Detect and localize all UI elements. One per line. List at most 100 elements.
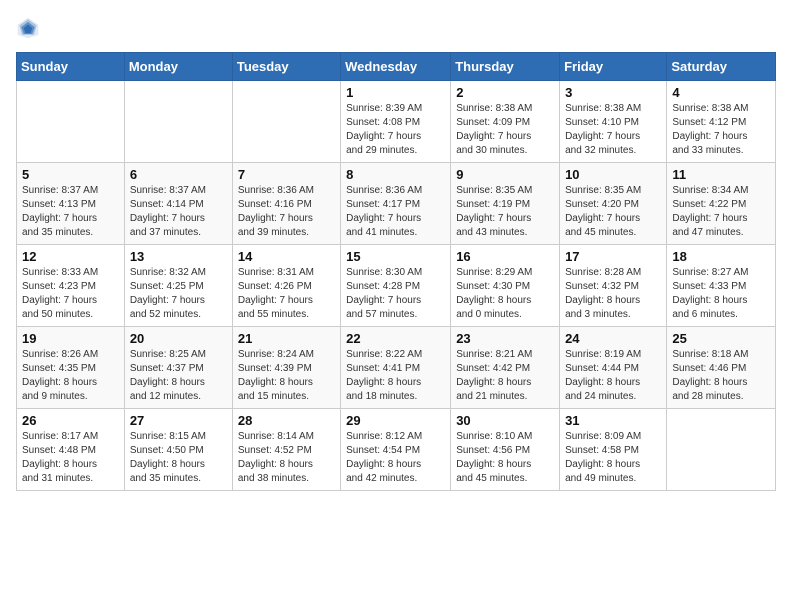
day-info: Sunrise: 8:09 AM Sunset: 4:58 PM Dayligh… <box>565 430 661 486</box>
calendar-cell <box>232 81 340 163</box>
calendar-cell: 5 Sunrise: 8:37 AM Sunset: 4:13 PM Daylig… <box>17 163 125 245</box>
day-info: Sunrise: 8:18 AM Sunset: 4:46 PM Dayligh… <box>672 348 770 404</box>
calendar-cell <box>17 81 125 163</box>
day-info: Sunrise: 8:38 AM Sunset: 4:10 PM Dayligh… <box>565 102 661 158</box>
calendar-cell: 18 Sunrise: 8:27 AM Sunset: 4:33 PM Dayli… <box>667 245 776 327</box>
day-info: Sunrise: 8:35 AM Sunset: 4:20 PM Dayligh… <box>565 184 661 240</box>
day-info: Sunrise: 8:19 AM Sunset: 4:44 PM Dayligh… <box>565 348 661 404</box>
calendar-cell: 27 Sunrise: 8:15 AM Sunset: 4:50 PM Dayli… <box>124 409 232 491</box>
day-number: 16 <box>456 249 554 264</box>
day-number: 8 <box>346 167 445 182</box>
day-info: Sunrise: 8:31 AM Sunset: 4:26 PM Dayligh… <box>238 266 335 322</box>
day-number: 20 <box>130 331 227 346</box>
calendar-cell: 19 Sunrise: 8:26 AM Sunset: 4:35 PM Dayli… <box>17 327 125 409</box>
calendar-cell: 17 Sunrise: 8:28 AM Sunset: 4:32 PM Dayli… <box>560 245 667 327</box>
day-info: Sunrise: 8:30 AM Sunset: 4:28 PM Dayligh… <box>346 266 445 322</box>
calendar-cell: 13 Sunrise: 8:32 AM Sunset: 4:25 PM Dayli… <box>124 245 232 327</box>
calendar-week-row: 5 Sunrise: 8:37 AM Sunset: 4:13 PM Daylig… <box>17 163 776 245</box>
day-info: Sunrise: 8:33 AM Sunset: 4:23 PM Dayligh… <box>22 266 119 322</box>
day-number: 26 <box>22 413 119 428</box>
day-info: Sunrise: 8:22 AM Sunset: 4:41 PM Dayligh… <box>346 348 445 404</box>
calendar-table: SundayMondayTuesdayWednesdayThursdayFrid… <box>16 52 776 491</box>
calendar-header-monday: Monday <box>124 53 232 81</box>
day-number: 18 <box>672 249 770 264</box>
calendar-cell: 3 Sunrise: 8:38 AM Sunset: 4:10 PM Daylig… <box>560 81 667 163</box>
day-info: Sunrise: 8:37 AM Sunset: 4:14 PM Dayligh… <box>130 184 227 240</box>
calendar-header-wednesday: Wednesday <box>341 53 451 81</box>
day-number: 17 <box>565 249 661 264</box>
day-info: Sunrise: 8:36 AM Sunset: 4:16 PM Dayligh… <box>238 184 335 240</box>
day-number: 30 <box>456 413 554 428</box>
day-number: 11 <box>672 167 770 182</box>
calendar-cell: 23Sunrise: 8:21 AM Sunset: 4:42 PM Dayli… <box>451 327 560 409</box>
day-number: 15 <box>346 249 445 264</box>
day-info: Sunrise: 8:17 AM Sunset: 4:48 PM Dayligh… <box>22 430 119 486</box>
day-info: Sunrise: 8:29 AM Sunset: 4:30 PM Dayligh… <box>456 266 554 322</box>
day-number: 10 <box>565 167 661 182</box>
calendar-cell: 9 Sunrise: 8:35 AM Sunset: 4:19 PM Daylig… <box>451 163 560 245</box>
calendar-cell: 31 Sunrise: 8:09 AM Sunset: 4:58 PM Dayli… <box>560 409 667 491</box>
day-number: 21 <box>238 331 335 346</box>
day-number: 22 <box>346 331 445 346</box>
logo <box>16 16 44 40</box>
day-info: Sunrise: 8:12 AM Sunset: 4:54 PM Dayligh… <box>346 430 445 486</box>
calendar-cell: 24Sunrise: 8:19 AM Sunset: 4:44 PM Dayli… <box>560 327 667 409</box>
calendar-cell <box>124 81 232 163</box>
calendar-cell: 7Sunrise: 8:36 AM Sunset: 4:16 PM Daylig… <box>232 163 340 245</box>
day-info: Sunrise: 8:38 AM Sunset: 4:12 PM Dayligh… <box>672 102 770 158</box>
calendar-cell <box>667 409 776 491</box>
day-number: 5 <box>22 167 119 182</box>
calendar-cell: 15 Sunrise: 8:30 AM Sunset: 4:28 PM Dayli… <box>341 245 451 327</box>
calendar-week-row: 26 Sunrise: 8:17 AM Sunset: 4:48 PM Dayli… <box>17 409 776 491</box>
calendar-cell: 2Sunrise: 8:38 AM Sunset: 4:09 PM Daylig… <box>451 81 560 163</box>
day-number: 14 <box>238 249 335 264</box>
day-info: Sunrise: 8:21 AM Sunset: 4:42 PM Dayligh… <box>456 348 554 404</box>
day-number: 29 <box>346 413 445 428</box>
day-info: Sunrise: 8:38 AM Sunset: 4:09 PM Dayligh… <box>456 102 554 158</box>
logo-icon <box>16 16 40 40</box>
day-number: 4 <box>672 85 770 100</box>
calendar-cell: 1 Sunrise: 8:39 AM Sunset: 4:08 PM Daylig… <box>341 81 451 163</box>
calendar-cell: 29 Sunrise: 8:12 AM Sunset: 4:54 PM Dayli… <box>341 409 451 491</box>
day-info: Sunrise: 8:39 AM Sunset: 4:08 PM Dayligh… <box>346 102 445 158</box>
calendar-header-sunday: Sunday <box>17 53 125 81</box>
day-number: 6 <box>130 167 227 182</box>
day-number: 9 <box>456 167 554 182</box>
day-info: Sunrise: 8:37 AM Sunset: 4:13 PM Dayligh… <box>22 184 119 240</box>
calendar-cell: 16 Sunrise: 8:29 AM Sunset: 4:30 PM Dayli… <box>451 245 560 327</box>
day-info: Sunrise: 8:25 AM Sunset: 4:37 PM Dayligh… <box>130 348 227 404</box>
day-number: 1 <box>346 85 445 100</box>
day-number: 25 <box>672 331 770 346</box>
day-info: Sunrise: 8:32 AM Sunset: 4:25 PM Dayligh… <box>130 266 227 322</box>
day-number: 12 <box>22 249 119 264</box>
day-number: 13 <box>130 249 227 264</box>
calendar-week-row: 12 Sunrise: 8:33 AM Sunset: 4:23 PM Dayli… <box>17 245 776 327</box>
day-info: Sunrise: 8:15 AM Sunset: 4:50 PM Dayligh… <box>130 430 227 486</box>
day-info: Sunrise: 8:35 AM Sunset: 4:19 PM Dayligh… <box>456 184 554 240</box>
calendar-header-saturday: Saturday <box>667 53 776 81</box>
calendar-cell: 10 Sunrise: 8:35 AM Sunset: 4:20 PM Dayli… <box>560 163 667 245</box>
calendar-cell: 25 Sunrise: 8:18 AM Sunset: 4:46 PM Dayli… <box>667 327 776 409</box>
calendar-cell: 28 Sunrise: 8:14 AM Sunset: 4:52 PM Dayli… <box>232 409 340 491</box>
day-number: 27 <box>130 413 227 428</box>
calendar-week-row: 1 Sunrise: 8:39 AM Sunset: 4:08 PM Daylig… <box>17 81 776 163</box>
calendar-cell: 8Sunrise: 8:36 AM Sunset: 4:17 PM Daylig… <box>341 163 451 245</box>
day-info: Sunrise: 8:24 AM Sunset: 4:39 PM Dayligh… <box>238 348 335 404</box>
day-number: 19 <box>22 331 119 346</box>
day-info: Sunrise: 8:27 AM Sunset: 4:33 PM Dayligh… <box>672 266 770 322</box>
calendar-cell: 22 Sunrise: 8:22 AM Sunset: 4:41 PM Dayli… <box>341 327 451 409</box>
calendar-cell: 20 Sunrise: 8:25 AM Sunset: 4:37 PM Dayli… <box>124 327 232 409</box>
day-info: Sunrise: 8:26 AM Sunset: 4:35 PM Dayligh… <box>22 348 119 404</box>
calendar-cell: 4 Sunrise: 8:38 AM Sunset: 4:12 PM Daylig… <box>667 81 776 163</box>
calendar-cell: 30Sunrise: 8:10 AM Sunset: 4:56 PM Dayli… <box>451 409 560 491</box>
calendar-cell: 11Sunrise: 8:34 AM Sunset: 4:22 PM Dayli… <box>667 163 776 245</box>
calendar-header-tuesday: Tuesday <box>232 53 340 81</box>
calendar-cell: 26 Sunrise: 8:17 AM Sunset: 4:48 PM Dayli… <box>17 409 125 491</box>
day-number: 3 <box>565 85 661 100</box>
day-number: 31 <box>565 413 661 428</box>
day-info: Sunrise: 8:14 AM Sunset: 4:52 PM Dayligh… <box>238 430 335 486</box>
day-info: Sunrise: 8:28 AM Sunset: 4:32 PM Dayligh… <box>565 266 661 322</box>
calendar-week-row: 19 Sunrise: 8:26 AM Sunset: 4:35 PM Dayli… <box>17 327 776 409</box>
calendar-header-row: SundayMondayTuesdayWednesdayThursdayFrid… <box>17 53 776 81</box>
day-number: 28 <box>238 413 335 428</box>
